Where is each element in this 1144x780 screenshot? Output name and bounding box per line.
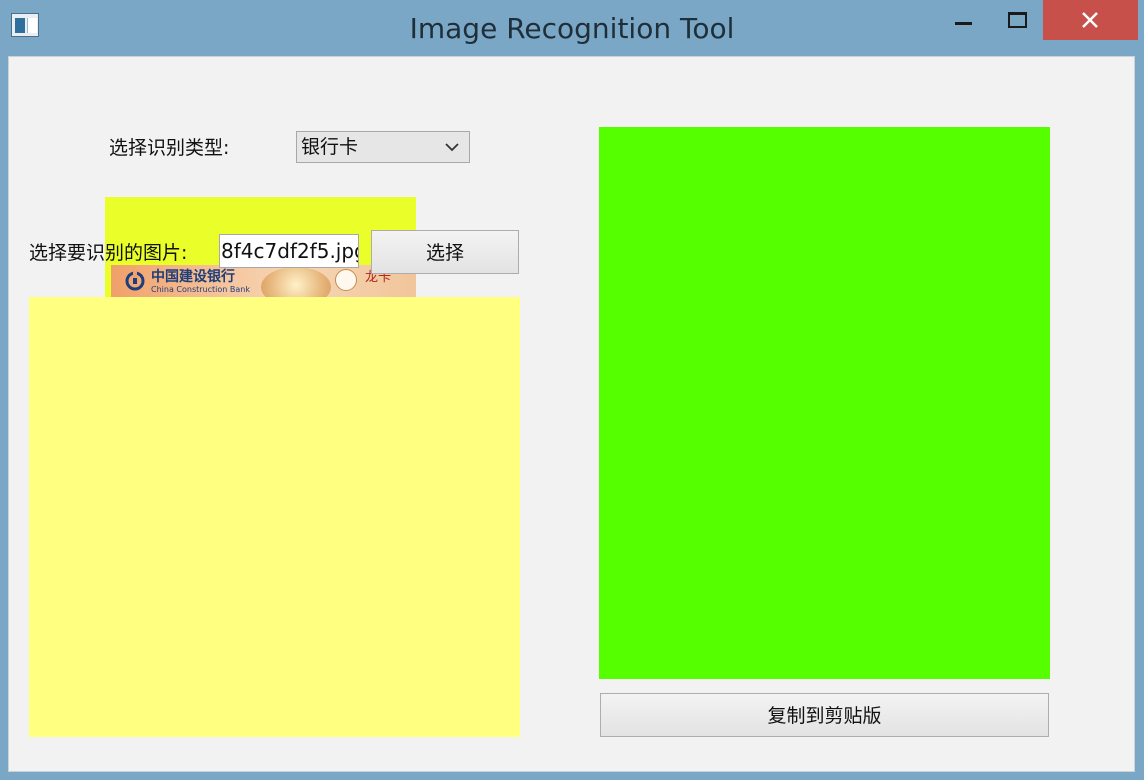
maximize-button[interactable] [993, 0, 1039, 40]
minimize-button[interactable] [940, 0, 986, 40]
image-display-area [29, 297, 520, 737]
close-icon [1082, 12, 1098, 28]
bank-name: 中国建设银行 [151, 269, 235, 285]
recognition-type-value: 银行卡 [301, 136, 359, 158]
close-button[interactable] [1043, 0, 1138, 40]
image-file-label: 选择要识别的图片: [29, 242, 188, 264]
copy-to-clipboard-button[interactable]: 复制到剪贴版 [600, 693, 1049, 737]
card-badge-icon [335, 269, 357, 291]
client-area: 选择识别类型: 银行卡 中国建设银行 China Construction Ba… [8, 56, 1135, 772]
chevron-down-icon [445, 143, 459, 152]
maximize-icon [1008, 12, 1027, 28]
choose-file-button[interactable]: 选择 [371, 230, 519, 274]
recognition-type-select[interactable]: 银行卡 [296, 131, 470, 163]
bank-name-en: China Construction Bank [151, 285, 250, 294]
recognition-type-label: 选择识别类型: [109, 137, 230, 159]
minimize-icon [955, 22, 972, 25]
bank-logo-icon [125, 271, 145, 291]
recognition-result-area[interactable] [599, 127, 1050, 679]
app-window: Image Recognition Tool 选择识别类型: 银行卡 中国建设银… [0, 0, 1144, 780]
title-bar[interactable]: Image Recognition Tool [0, 0, 1144, 56]
image-file-input[interactable] [219, 234, 359, 268]
card-coin-image [261, 267, 331, 298]
